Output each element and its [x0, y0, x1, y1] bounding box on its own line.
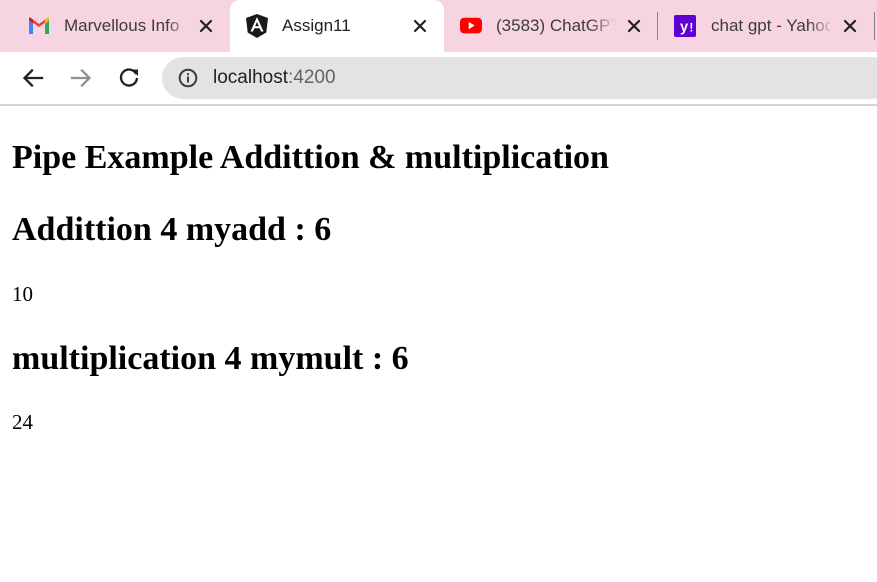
close-tab-icon[interactable]: [408, 14, 432, 38]
tab-title-fade: [808, 12, 834, 40]
tab-yahoo[interactable]: y ! chat gpt - Yahoo: [658, 0, 874, 52]
close-tab-icon[interactable]: [194, 14, 218, 38]
browser-toolbar: localhost:4200: [0, 52, 877, 106]
tab-title-fade: [590, 12, 616, 40]
tab-strip: Marvellous Info Assign11 (3583) ChatGPT: [0, 0, 877, 52]
tab-separator: [874, 12, 875, 40]
close-tab-icon[interactable]: [622, 14, 646, 38]
tab-title: Assign11: [282, 16, 351, 35]
page-title: Pipe Example Addittion & multiplication: [12, 139, 609, 176]
svg-text:!: !: [689, 21, 693, 35]
forward-arrow-icon[interactable]: [65, 62, 97, 94]
youtube-icon: [460, 15, 482, 37]
angular-icon: [246, 14, 268, 38]
addition-result: 10: [12, 282, 33, 306]
info-icon[interactable]: [178, 68, 198, 88]
multiplication-heading: multiplication 4 mymult : 6: [12, 340, 409, 377]
addition-heading: Addittion 4 myadd : 6: [12, 211, 332, 248]
url-host: localhost: [213, 67, 288, 88]
close-tab-icon[interactable]: [838, 14, 862, 38]
tab-gmail[interactable]: Marvellous Info: [12, 0, 230, 52]
back-arrow-icon[interactable]: [17, 62, 49, 94]
tab-youtube[interactable]: (3583) ChatGPT: [444, 0, 656, 52]
tab-title-fade: [166, 12, 192, 40]
multiplication-result: 24: [12, 410, 33, 434]
address-bar[interactable]: localhost:4200: [162, 57, 877, 99]
svg-text:y: y: [680, 20, 689, 36]
yahoo-icon: y !: [674, 15, 696, 37]
url-text: localhost:4200: [213, 67, 336, 89]
url-port: :4200: [288, 67, 336, 88]
tab-assign11[interactable]: Assign11: [230, 0, 444, 52]
gmail-icon: [28, 15, 50, 37]
reload-icon[interactable]: [113, 62, 145, 94]
